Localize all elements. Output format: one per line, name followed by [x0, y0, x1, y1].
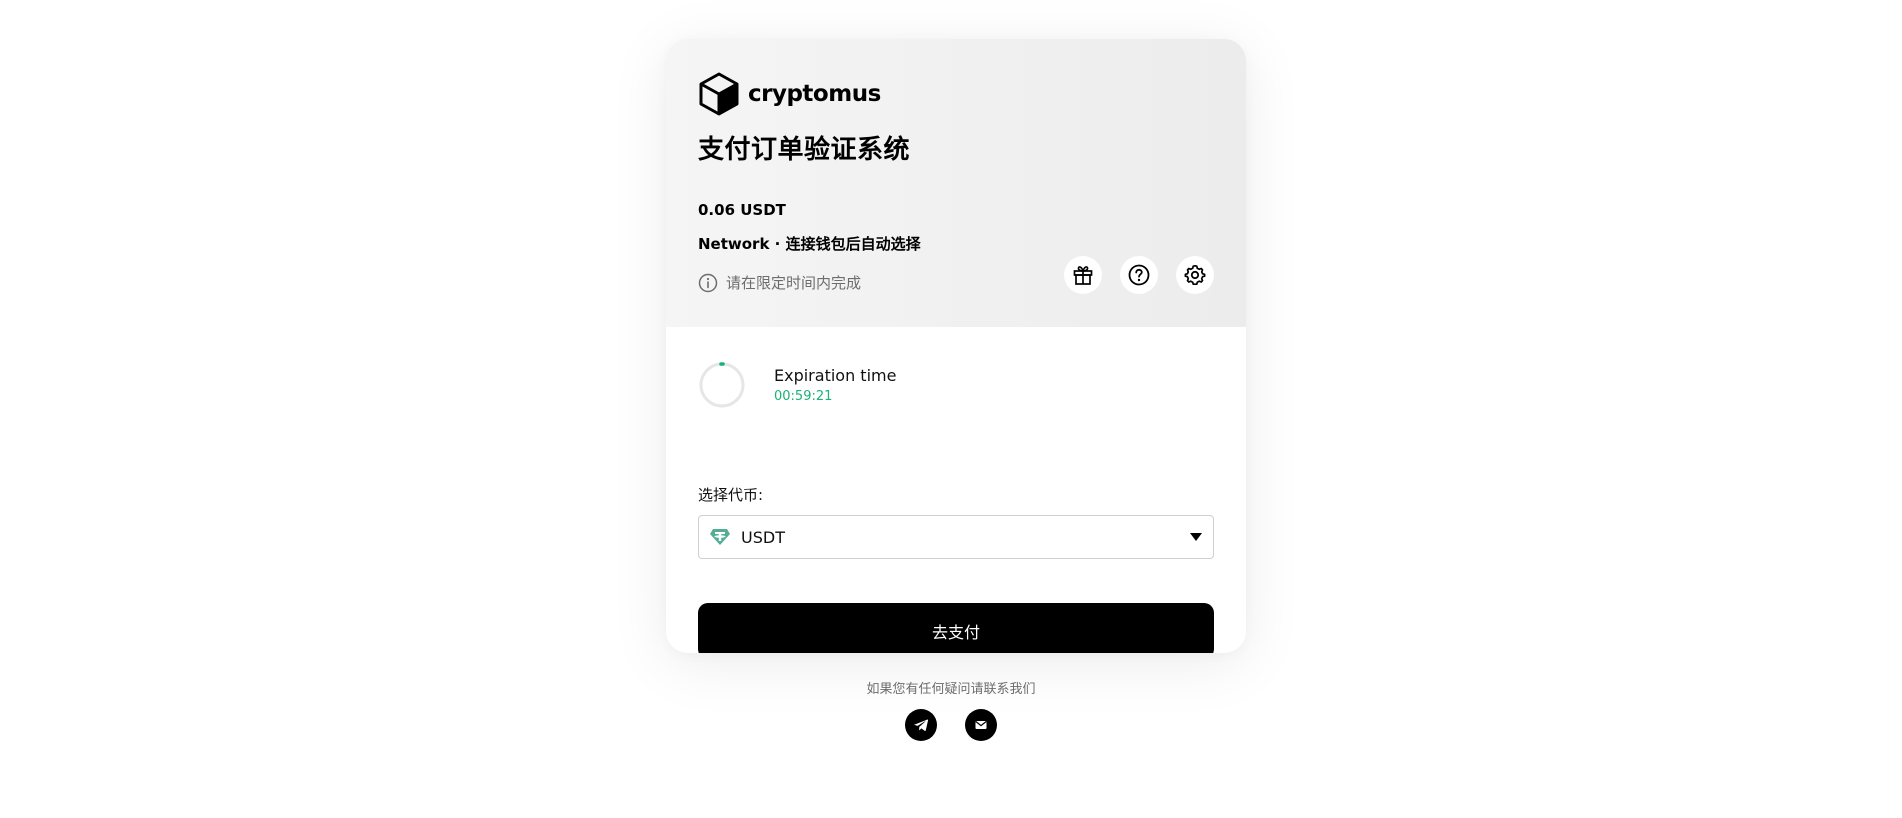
- timer-value: 00:59:21: [774, 389, 833, 404]
- footer-contact-text: 如果您有任何疑问请联系我们: [866, 682, 1036, 697]
- caret-down-icon: [1190, 533, 1202, 541]
- pay-button[interactable]: 去支付: [698, 603, 1214, 653]
- help-button[interactable]: [1120, 256, 1158, 294]
- currency-select-label: 选择代币:: [698, 486, 764, 504]
- payment-amount: 0.06 USDT: [698, 201, 786, 219]
- help-icon: [1128, 264, 1150, 286]
- timer-text: Expiration time 00:59:21: [774, 366, 896, 404]
- gift-button[interactable]: [1064, 256, 1102, 294]
- brand-name: cryptomus: [748, 81, 881, 107]
- timer-label: Expiration time: [774, 366, 897, 385]
- settings-button[interactable]: [1176, 256, 1214, 294]
- expiration-timer: Expiration time 00:59:21: [698, 361, 896, 409]
- gear-icon: [1184, 264, 1206, 286]
- countdown-ring-icon: [699, 362, 745, 408]
- time-notice-text: 请在限定时间内完成: [726, 274, 862, 292]
- mail-icon: [975, 721, 987, 729]
- telegram-link[interactable]: [905, 709, 937, 741]
- currency-select-value: USDT: [741, 527, 785, 547]
- brand-logo: cryptomus: [698, 71, 881, 117]
- payment-card: cryptomus 支付订单验证系统 0.06 USDT Network · 连…: [666, 39, 1246, 653]
- telegram-icon: [913, 719, 929, 731]
- currency-select[interactable]: USDT: [698, 515, 1214, 559]
- email-link[interactable]: [965, 709, 997, 741]
- footer: 如果您有任何疑问请联系我们: [0, 678, 1902, 741]
- footer-social-links: [0, 709, 1902, 741]
- payment-page: cryptomus 支付订单验证系统 0.06 USDT Network · 连…: [0, 0, 1902, 818]
- info-icon: [698, 273, 718, 292]
- time-notice: 请在限定时间内完成: [698, 272, 861, 293]
- card-header: cryptomus 支付订单验证系统 0.06 USDT Network · 连…: [666, 39, 1246, 327]
- header-actions: [1064, 256, 1214, 294]
- network-info: Network · 连接钱包后自动选择: [698, 235, 921, 253]
- gift-icon: [1073, 266, 1093, 285]
- page-title: 支付订单验证系统: [698, 135, 911, 165]
- tether-icon: [710, 529, 730, 545]
- cube-logo-icon: [699, 72, 739, 116]
